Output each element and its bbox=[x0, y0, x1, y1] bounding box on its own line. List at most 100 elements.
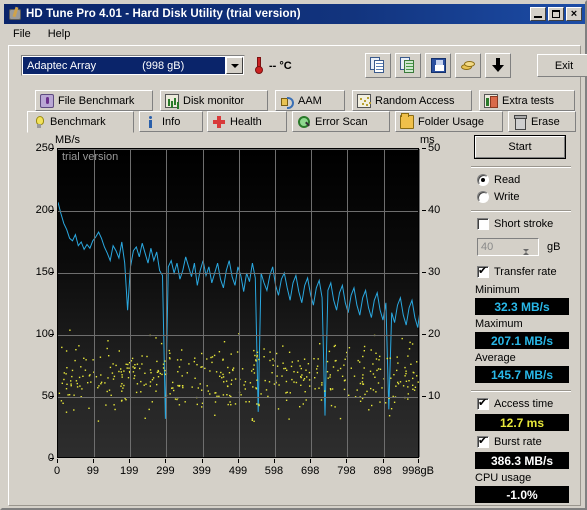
x-axis-tickmark bbox=[238, 459, 239, 463]
start-button[interactable]: Start bbox=[474, 135, 566, 159]
tab-disk-monitor[interactable]: Disk monitor bbox=[160, 90, 268, 111]
gridline-horizontal bbox=[58, 335, 418, 336]
short-stroke-value: 40 bbox=[481, 241, 494, 253]
floppy-save-icon bbox=[430, 57, 447, 74]
burst-rate-label: Burst rate bbox=[494, 436, 542, 448]
maximum-label: Maximum bbox=[475, 318, 523, 330]
info-icon bbox=[144, 115, 158, 129]
checkbox-access-time[interactable]: Access time bbox=[477, 397, 553, 410]
transfer-rate-label: Transfer rate bbox=[494, 266, 557, 278]
short-stroke-size[interactable]: 40 gB bbox=[477, 238, 560, 264]
x-axis-tick: 0 bbox=[53, 465, 61, 477]
y2-axis-tick: 50 bbox=[428, 142, 441, 154]
gridline-vertical bbox=[274, 149, 276, 457]
x-axis-tick: 898 bbox=[373, 465, 392, 477]
tab-file-benchmark[interactable]: File Benchmark bbox=[35, 90, 153, 111]
radio-write[interactable]: Write bbox=[477, 191, 519, 203]
radio-read[interactable]: Read bbox=[477, 174, 520, 186]
maximize-button[interactable] bbox=[548, 7, 564, 21]
average-value: 145.7 MB/s bbox=[475, 366, 569, 383]
tab-error-scan[interactable]: Error Scan bbox=[292, 111, 390, 132]
tab-label: Error Scan bbox=[315, 115, 368, 128]
gridline-vertical bbox=[311, 149, 313, 457]
short-stroke-checkbox-icon[interactable] bbox=[477, 218, 489, 230]
tab-label: Random Access bbox=[375, 94, 455, 107]
gridline-vertical bbox=[166, 149, 168, 457]
download-button[interactable] bbox=[485, 53, 511, 78]
exit-button[interactable]: Exit bbox=[537, 54, 587, 77]
tab-row-secondary: File Benchmark Disk monitor AAM Random A… bbox=[17, 90, 577, 111]
benchmark-icon bbox=[32, 115, 46, 129]
transfer-rate-checkbox-icon[interactable] bbox=[477, 265, 489, 278]
short-stroke-stepper[interactable]: 40 bbox=[477, 238, 539, 264]
thermometer-icon bbox=[253, 57, 265, 75]
gridline-vertical bbox=[130, 149, 132, 457]
x-axis-tickmark bbox=[418, 459, 419, 463]
tab-row-primary: Benchmark Info Health Error Scan Folder … bbox=[17, 111, 577, 133]
gridline-horizontal bbox=[58, 211, 418, 212]
stepper-down-icon[interactable] bbox=[523, 249, 537, 264]
y-axis-ticks: 050100150200250 bbox=[21, 142, 54, 464]
close-icon: × bbox=[570, 7, 578, 20]
menu-item-help[interactable]: Help bbox=[45, 27, 79, 42]
copy-button[interactable] bbox=[365, 53, 391, 78]
tab-folder-usage[interactable]: Folder Usage bbox=[395, 111, 503, 132]
copy-image-button[interactable] bbox=[395, 53, 421, 78]
disk-monitor-icon bbox=[165, 93, 179, 108]
checkbox-transfer-rate[interactable]: Transfer rate bbox=[477, 265, 557, 278]
menu-item-file[interactable]: File bbox=[10, 27, 39, 42]
radio-read-icon[interactable] bbox=[477, 174, 489, 186]
x-axis-tickmark bbox=[346, 459, 348, 463]
tab-benchmark[interactable]: Benchmark bbox=[27, 111, 134, 133]
tab-label: Extra tests bbox=[502, 94, 554, 107]
y2-axis-tick: 40 bbox=[428, 204, 441, 216]
checkbox-burst-rate[interactable]: Burst rate bbox=[477, 435, 542, 448]
y-axis-label: MB/s bbox=[55, 134, 81, 146]
tab-random-access[interactable]: Random Access bbox=[352, 90, 472, 111]
tab-label: Benchmark bbox=[50, 116, 106, 128]
harddisk-icon bbox=[7, 6, 23, 22]
checkbox-short-stroke[interactable]: Short stroke bbox=[477, 218, 553, 230]
tab-aam[interactable]: AAM bbox=[275, 90, 345, 111]
short-stroke-label: Short stroke bbox=[494, 218, 554, 230]
title-bar: HD Tune Pro 4.01 - Hard Disk Utility (tr… bbox=[4, 4, 585, 24]
tab-label: File Benchmark bbox=[58, 94, 135, 107]
gridline-vertical bbox=[383, 149, 385, 457]
access-time-checkbox-icon[interactable] bbox=[477, 397, 489, 410]
burst-rate-checkbox-icon[interactable] bbox=[477, 435, 489, 448]
tab-label: Health bbox=[230, 115, 262, 128]
stepper-buttons[interactable] bbox=[523, 240, 537, 264]
chevron-down-icon[interactable] bbox=[226, 57, 243, 74]
x-axis-ticks: 0 99 199 299 399 499 598 698 798 898 998gB bbox=[53, 459, 434, 487]
tab-label: Folder Usage bbox=[418, 115, 485, 128]
radio-write-icon[interactable] bbox=[477, 191, 489, 203]
y2-axis-tick: 10 bbox=[428, 390, 441, 402]
tab-extra-tests[interactable]: Extra tests bbox=[479, 90, 575, 111]
gridline-horizontal bbox=[58, 397, 418, 398]
health-icon bbox=[212, 115, 226, 129]
close-button[interactable]: × bbox=[566, 7, 582, 21]
folder-usage-icon bbox=[400, 112, 414, 129]
x-axis-tickmark bbox=[273, 459, 275, 463]
x-axis-tick: 698 bbox=[300, 465, 320, 477]
minimize-button[interactable] bbox=[530, 7, 546, 21]
x-axis-tickmark bbox=[129, 459, 131, 463]
y2-axis-tickmark bbox=[422, 272, 426, 273]
hd-tune-window: HD Tune Pro 4.01 - Hard Disk Utility (tr… bbox=[0, 0, 587, 510]
y2-axis-tickmark bbox=[422, 148, 426, 149]
drive-select[interactable]: Adaptec Array (998 gB) bbox=[21, 55, 245, 76]
maximize-icon bbox=[552, 10, 560, 18]
tab-info[interactable]: Info bbox=[139, 111, 203, 132]
error-scan-icon bbox=[297, 115, 311, 129]
x-axis-tickmark bbox=[382, 459, 384, 463]
options-button[interactable] bbox=[455, 53, 481, 78]
tab-health[interactable]: Health bbox=[207, 111, 287, 132]
title-bar-buttons: × bbox=[530, 7, 585, 21]
save-button[interactable] bbox=[425, 53, 451, 78]
tab-erase[interactable]: Erase bbox=[508, 111, 576, 132]
control-panel: Start Read Write Short stroke 40 gB ✔ Tr… bbox=[469, 134, 575, 503]
y2-axis-tickmark bbox=[422, 210, 426, 211]
access-time-value: 12.7 ms bbox=[475, 414, 569, 431]
x-axis-tick: 299 bbox=[156, 465, 175, 477]
x-axis-tick: 598 bbox=[264, 465, 284, 477]
